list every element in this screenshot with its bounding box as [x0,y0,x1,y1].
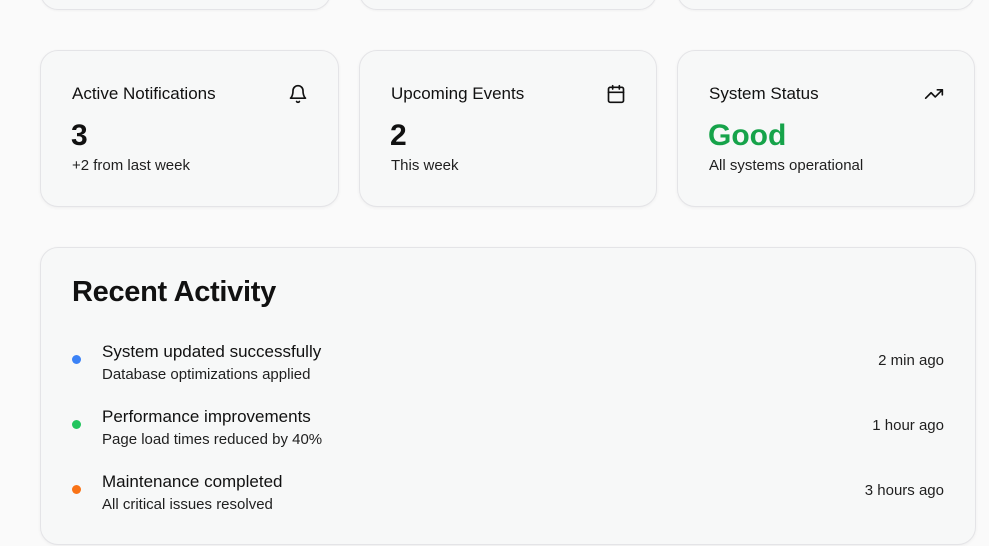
activity-item-description: Database optimizations applied [102,366,311,383]
activity-item-title: Performance improvements [102,407,311,426]
activity-item: Maintenance completed All critical issue… [41,472,975,522]
events-subtext: This week [391,157,459,174]
bell-icon [288,84,308,104]
events-card: Upcoming Events 2 This week [359,50,657,207]
notifications-title: Active Notifications [72,84,216,103]
status-dot [72,420,81,429]
activity-item: System updated successfully Database opt… [41,342,975,392]
activity-item: Performance improvements Page load times… [41,407,975,457]
events-value: 2 [390,119,407,152]
activity-item-title: System updated successfully [102,342,322,361]
activity-item-time: 2 min ago [878,352,944,369]
activity-item-description: Page load times reduced by 40% [102,431,323,448]
status-dot [72,355,81,364]
recent-activity-title: Recent Activity [72,276,276,308]
system-status-value: Good [708,119,787,152]
top-card-partial-1 [40,0,331,10]
system-status-title: System Status [709,84,819,103]
notifications-value: 3 [71,119,88,152]
notifications-card: Active Notifications 3 +2 from last week [40,50,339,207]
dashboard-page: Active Notifications 3 +2 from last week… [0,0,989,546]
trending-up-icon [924,84,944,104]
activity-item-description: All critical issues resolved [102,496,273,513]
activity-item-time: 3 hours ago [864,482,944,499]
calendar-icon [606,84,626,104]
notifications-subtext: +2 from last week [72,157,190,174]
top-card-partial-3 [677,0,975,10]
events-title: Upcoming Events [391,84,525,103]
activity-item-title: Maintenance completed [102,472,283,491]
top-card-partial-2 [359,0,657,10]
recent-activity-card: Recent Activity System updated successfu… [40,247,976,545]
system-status-subtext: All systems operational [709,157,864,174]
system-status-card: System Status Good All systems operation… [677,50,975,207]
activity-item-time: 1 hour ago [872,417,944,434]
status-dot [72,485,81,494]
